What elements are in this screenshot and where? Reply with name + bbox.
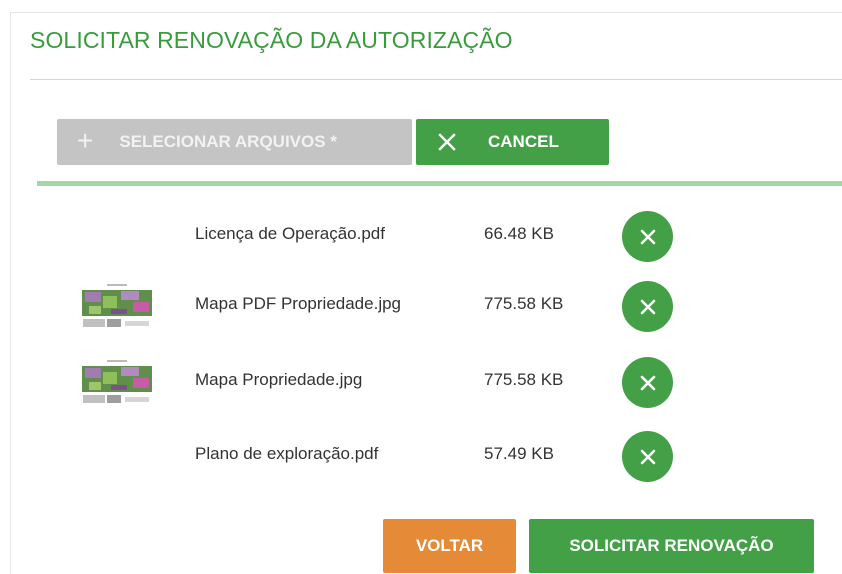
close-icon	[640, 299, 655, 314]
back-button[interactable]: VOLTAR	[383, 519, 516, 573]
file-size: 775.58 KB	[484, 294, 564, 313]
close-icon	[640, 375, 655, 390]
file-size: 57.49 KB	[484, 444, 554, 463]
file-size: 775.58 KB	[484, 370, 564, 389]
title-divider	[30, 79, 842, 80]
map-thumbnail	[81, 282, 153, 332]
plus-icon: +	[77, 125, 94, 156]
file-name: Mapa PDF Propriedade.jpg	[195, 294, 402, 313]
remove-file-button[interactable]	[622, 357, 673, 408]
request-renewal-button[interactable]: SOLICITAR RENOVAÇÃO	[529, 519, 814, 573]
remove-file-button[interactable]	[622, 281, 673, 332]
close-icon	[640, 229, 655, 244]
select-files-button[interactable]: + SELECIONAR ARQUIVOS *	[57, 119, 412, 165]
request-renewal-label: SOLICITAR RENOVAÇÃO	[569, 536, 774, 555]
dialog-title: SOLICITAR RENOVAÇÃO DA AUTORIZAÇÃO	[30, 27, 513, 53]
file-row: Plano de exploração.pdf 57.49 KB	[71, 428, 691, 484]
cancel-upload-label: CANCEL	[488, 132, 559, 151]
renewal-dialog: SOLICITAR RENOVAÇÃO DA AUTORIZAÇÃO + SEL…	[10, 12, 842, 574]
upload-progress-bar	[37, 181, 842, 186]
file-row: Licença de Operação.pdf 66.48 KB	[71, 208, 691, 264]
file-row: Mapa Propriedade.jpg 775.58 KB	[71, 354, 691, 410]
close-icon	[438, 133, 456, 151]
file-row: Mapa PDF Propriedade.jpg 775.58 KB	[71, 278, 691, 334]
file-name: Licença de Operação.pdf	[195, 224, 385, 243]
file-name: Plano de exploração.pdf	[195, 444, 379, 463]
select-files-label: SELECIONAR ARQUIVOS *	[119, 132, 337, 151]
file-name: Mapa Propriedade.jpg	[195, 370, 363, 389]
file-size: 66.48 KB	[484, 224, 554, 243]
cancel-upload-button[interactable]: CANCEL	[416, 119, 609, 165]
remove-file-button[interactable]	[622, 431, 673, 482]
back-label: VOLTAR	[415, 536, 484, 555]
close-icon	[640, 449, 655, 464]
remove-file-button[interactable]	[622, 211, 673, 262]
map-thumbnail	[81, 358, 153, 408]
